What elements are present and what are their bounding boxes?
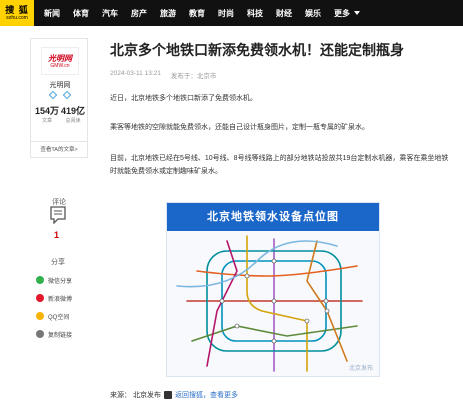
nav-item-auto[interactable]: 汽车 [102,8,118,19]
articles-label: 文章 [41,118,52,124]
chevron-down-icon [354,11,360,15]
share-weibo[interactable]: 新浪微博 [36,290,96,306]
verified-diamond-icon [62,90,72,100]
back-to-sohu-link[interactable]: 返回搜狐，查看更多 [175,390,238,400]
nav-item-travel[interactable]: 旅游 [160,8,176,19]
article-paragraph: 目前，北京地铁已经在5号线、10号线、8号线等线路上的部分地铁站投放共19台定制… [110,155,449,175]
article-source: 来源： 北京发布 返回搜狐，查看更多 [110,390,244,400]
nav-more-label: 更多 [334,8,350,18]
avatar-logo-text: 光明网 [48,53,72,63]
comment-count[interactable]: 1 [54,230,59,240]
stat-articles: 154万 文章 [35,104,59,124]
link-icon [36,330,44,338]
subway-map-image[interactable]: 北京地铁领水设备点位图 北京发布 [166,202,380,377]
publish-time: 2024-03-11 13:21 [110,70,161,77]
article-meta: 2024-03-11 13:21 发布于：北京市 [110,70,226,80]
share-qzone[interactable]: QQ空间 [36,308,96,324]
share-title: 分享 [51,259,65,266]
share-copy-link-label: 复制链接 [48,332,73,339]
nav-item-entertainment[interactable]: 娱乐 [305,8,321,19]
main-nav: 新闻 体育 汽车 房产 旅游 教育 时尚 科技 财经 娱乐 更多 [44,0,373,26]
author-card: 光明网 GMW.cn 光明网 154万 文章 419亿 总阅读 查看TA的文章> [30,38,88,158]
articles-count: 154万 [34,106,60,116]
share-list: 微信分享 新浪微博 QQ空间 复制链接 [36,272,96,344]
verified-diamond-icon [48,90,58,100]
nav-item-education[interactable]: 教育 [189,8,205,19]
author-stats: 154万 文章 419亿 总阅读 [34,104,86,124]
wechat-icon [36,276,44,284]
logo-domain: sohu.com [6,15,28,21]
subway-lines-graphic [176,235,363,372]
map-title: 北京地铁领水设备点位图 [167,203,379,231]
nav-item-finance[interactable]: 财经 [276,8,292,19]
logo-text: 搜 狐 [5,5,29,15]
nav-item-house[interactable]: 房产 [131,8,147,19]
nav-item-fashion[interactable]: 时尚 [218,8,234,19]
verified-badges [31,90,89,100]
stat-views: 419亿 总阅读 [61,104,85,124]
publish-location: 发布于：北京市 [170,73,217,80]
article-paragraph: 近日，北京地铁多个地铁口新添了免费领水机。 [110,95,257,102]
source-name[interactable]: 北京发布 [133,390,161,400]
top-navigation-bar: 搜 狐 sohu.com 新闻 体育 汽车 房产 旅游 教育 时尚 科技 财经 … [0,0,463,26]
sohu-small-icon [164,391,172,399]
nav-item-sports[interactable]: 体育 [73,8,89,19]
author-name[interactable]: 光明网 [31,80,89,90]
nav-item-tech[interactable]: 科技 [247,8,263,19]
nav-item-news[interactable]: 新闻 [44,8,60,19]
views-count: 419亿 [60,106,86,116]
article-paragraph: 乘客等地铁的空隙就能免费领水，还能自己设计瓶身图片，定制一瓶专属的矿泉水。 [110,124,369,131]
qzone-icon [36,312,44,320]
comment-icon[interactable] [50,206,66,224]
view-author-articles-link[interactable]: 查看TA的文章> [31,141,87,157]
article-title: 北京多个地铁口新添免费领水机！还能定制瓶身 [110,42,404,58]
share-wechat-label: 微信分享 [48,278,73,285]
share-wechat[interactable]: 微信分享 [36,272,96,288]
author-avatar[interactable]: 光明网 GMW.cn [41,47,79,75]
views-label: 总阅读 [65,118,81,124]
weibo-icon [36,294,44,302]
share-copy-link[interactable]: 复制链接 [36,326,96,342]
share-qzone-label: QQ空间 [48,314,70,321]
image-watermark: 北京发布 [348,366,373,372]
share-weibo-label: 新浪微博 [48,296,73,303]
avatar-logo-domain: GMW.cn [50,62,70,69]
nav-more-button[interactable]: 更多 [334,8,360,19]
source-label: 来源： [110,392,131,399]
sohu-logo[interactable]: 搜 狐 sohu.com [0,0,34,26]
